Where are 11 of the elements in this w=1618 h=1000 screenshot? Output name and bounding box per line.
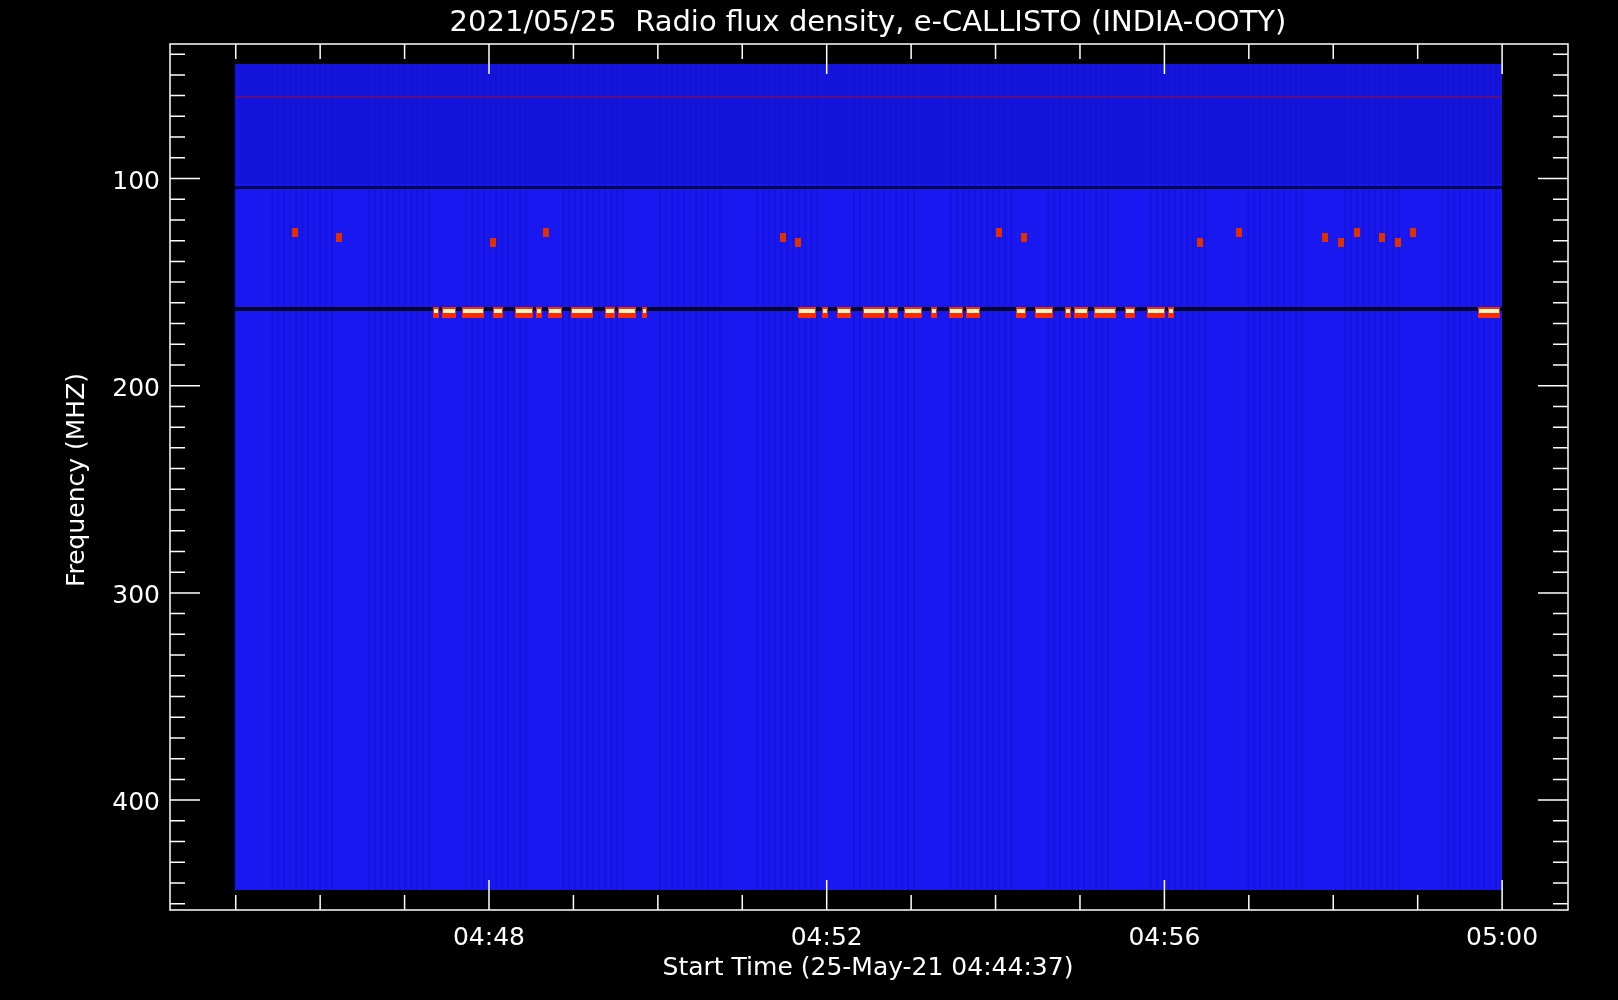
axis-tick-label: 100	[112, 165, 160, 195]
chart-title: 2021/05/25 Radio flux density, e-CALLISTO (INDIA-OOTY)	[449, 4, 1287, 38]
axis-tick-label: 400	[112, 787, 160, 817]
y-axis-label: Frequency (MHZ)	[61, 372, 90, 588]
axis-tick-label: 04:48	[453, 922, 525, 951]
axis-tick-label: 200	[112, 372, 160, 402]
axis-tick-label: 04:52	[790, 922, 863, 951]
axis-tick-label: 300	[112, 579, 160, 609]
x-axis-label: Start Time (25-May-21 04:44:37)	[662, 952, 1074, 981]
axis-tick-label: 05:00	[1466, 922, 1539, 951]
axis-tick-label: 04:56	[1128, 922, 1201, 951]
